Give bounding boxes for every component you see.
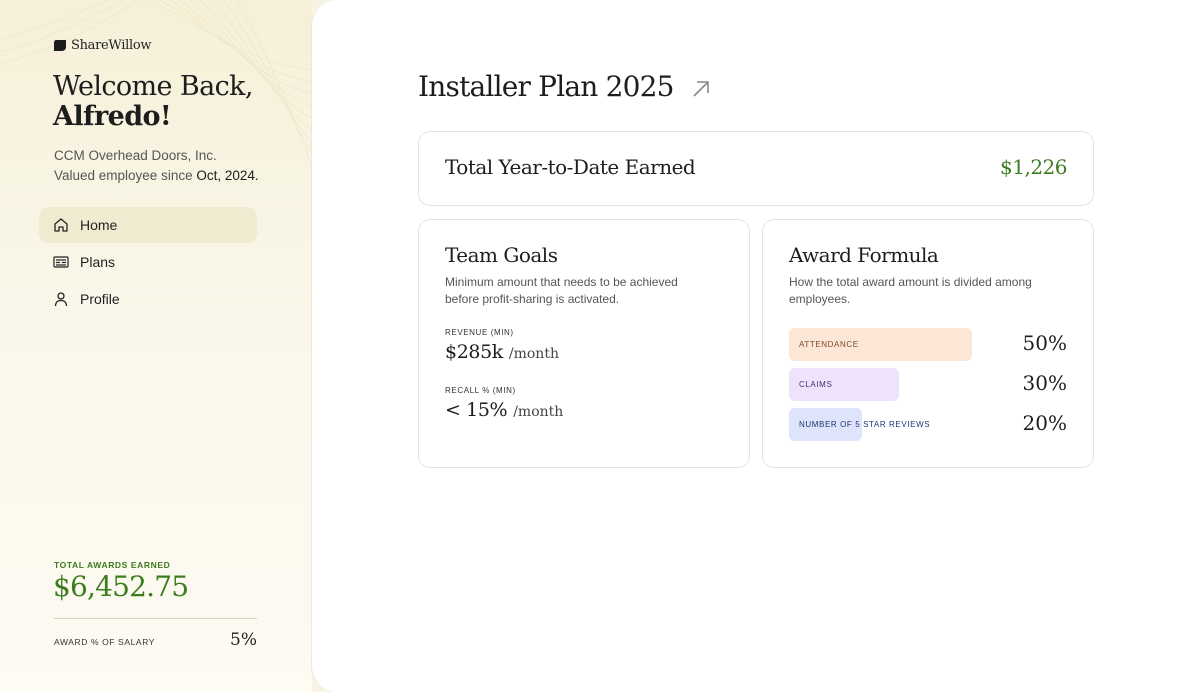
formula-row-attendance: ATTENDANCE 50% xyxy=(789,328,1067,361)
ytd-earned-card: Total Year-to-Date Earned $1,226 xyxy=(418,131,1094,206)
award-formula-title: Award Formula xyxy=(789,243,939,267)
formula-row-claims: CLAIMS 30% xyxy=(789,368,1067,401)
revenue-label: REVENUE (MIN) xyxy=(445,328,514,337)
arrow-up-right-icon[interactable] xyxy=(690,78,712,100)
team-goals-description: Minimum amount that needs to be achieved… xyxy=(445,275,678,306)
employee-since-date: Oct, 2024. xyxy=(196,168,259,183)
sidebar-item-label: Home xyxy=(80,217,118,233)
plan-header: Installer Plan 2025 xyxy=(418,70,712,103)
main-content: Installer Plan 2025 Total Year-to-Date E… xyxy=(311,0,1200,692)
total-awards-value: $6,452.75 xyxy=(53,570,189,603)
sidebar-item-home[interactable]: Home xyxy=(39,207,257,243)
employee-since-prefix: Valued employee since xyxy=(54,168,197,183)
sidebar-item-profile[interactable]: Profile xyxy=(39,281,257,317)
welcome-heading: Welcome Back, Alfredo! xyxy=(53,72,303,132)
home-icon xyxy=(54,218,68,232)
award-salary-value: 5% xyxy=(230,630,257,650)
formula-bar-label: ATTENDANCE xyxy=(799,340,859,349)
team-goals-card: Team Goals Minimum amount that needs to … xyxy=(418,219,750,468)
award-formula-card: Award Formula How the total award amount… xyxy=(762,219,1094,468)
formula-percent: 30% xyxy=(1022,371,1067,395)
sharewillow-logo-icon xyxy=(54,40,66,51)
sidebar: ShareWillow Welcome Back, Alfredo! CCM O… xyxy=(0,0,312,692)
ytd-earned-value: $1,226 xyxy=(1000,155,1067,179)
recall-label: RECALL % (MIN) xyxy=(445,386,516,395)
welcome-greeting: Welcome Back, xyxy=(53,71,254,102)
sidebar-item-label: Plans xyxy=(80,254,116,270)
award-salary-label: AWARD % OF SALARY xyxy=(54,637,156,647)
divider xyxy=(54,618,257,619)
sidebar-item-plans[interactable]: Plans xyxy=(39,244,257,280)
employee-since: Valued employee since Oct, 2024. xyxy=(54,166,259,186)
profile-icon xyxy=(54,292,68,307)
formula-bar-label: CLAIMS xyxy=(799,380,833,389)
sidebar-item-label: Profile xyxy=(80,291,120,307)
formula-bar-label: NUMBER OF 5 STAR REVIEWS xyxy=(799,420,931,429)
company-name: CCM Overhead Doors, Inc. xyxy=(54,148,217,163)
welcome-user-name: Alfredo! xyxy=(53,101,172,132)
recall-unit: /month xyxy=(513,404,564,420)
brand-logo[interactable]: ShareWillow xyxy=(54,38,152,53)
formula-percent: 20% xyxy=(1022,411,1067,435)
brand-name: ShareWillow xyxy=(71,38,152,53)
ytd-earned-label: Total Year-to-Date Earned xyxy=(445,155,696,179)
revenue-unit: /month xyxy=(508,346,559,362)
formula-row-reviews: NUMBER OF 5 STAR REVIEWS 20% xyxy=(789,408,1067,441)
sidebar-nav: Home Plans Profile xyxy=(39,207,257,318)
award-formula-description: How the total award amount is divided am… xyxy=(789,275,1032,306)
team-goals-title: Team Goals xyxy=(445,243,558,267)
total-awards-label: TOTAL AWARDS EARNED xyxy=(54,560,171,570)
revenue-value: $285k/month xyxy=(445,341,559,363)
recall-amount: < 15% xyxy=(445,399,508,421)
revenue-amount: $285k xyxy=(445,341,503,363)
recall-value: < 15% /month xyxy=(445,399,563,421)
formula-percent: 50% xyxy=(1022,331,1067,355)
plans-icon xyxy=(53,256,69,268)
page-title: Installer Plan 2025 xyxy=(418,70,674,103)
